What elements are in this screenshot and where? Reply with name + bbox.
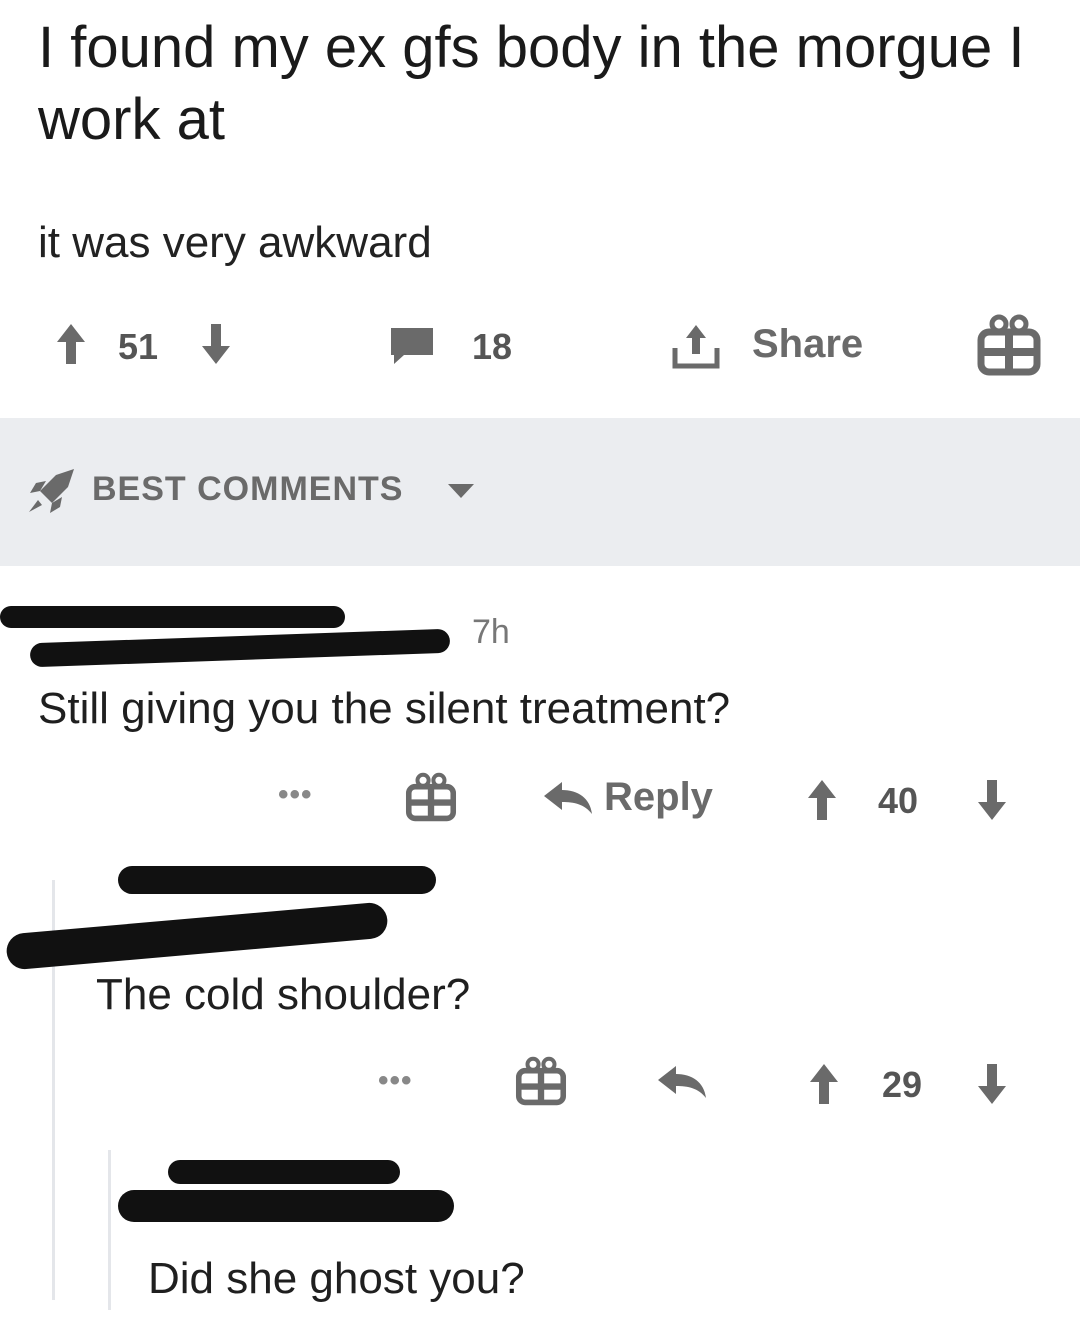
downvote-icon[interactable] (976, 778, 1008, 822)
share-icon[interactable] (670, 322, 722, 370)
reply-icon[interactable] (654, 1062, 710, 1102)
redacted-username (29, 628, 451, 668)
reply-icon[interactable] (540, 778, 596, 818)
post-vote-count: 51 (118, 326, 159, 367)
sort-dropdown[interactable]: BEST COMMENTS (92, 470, 403, 509)
reply-button[interactable]: Reply (604, 775, 713, 820)
chevron-down-icon[interactable] (446, 482, 476, 500)
comment-timestamp: 7h (472, 613, 510, 651)
redacted-username (5, 901, 389, 971)
thread-line (108, 1150, 111, 1310)
gift-icon[interactable] (975, 312, 1043, 378)
comment-text: The cold shoulder? (96, 970, 471, 1019)
comment-vote-count: 40 (878, 780, 919, 821)
more-options-icon[interactable]: ••• (278, 778, 313, 812)
comment-text: Did she ghost you? (148, 1254, 525, 1303)
comment-bubble-icon[interactable] (388, 325, 436, 367)
share-button[interactable]: Share (752, 322, 863, 367)
more-options-icon[interactable]: ••• (378, 1064, 413, 1098)
redacted-username (0, 606, 345, 628)
downvote-icon[interactable] (200, 322, 232, 366)
comment-text: Still giving you the silent treatment? (38, 684, 731, 733)
redacted-username (118, 866, 436, 894)
gift-icon[interactable] (514, 1054, 568, 1108)
downvote-icon[interactable] (976, 1062, 1008, 1106)
rocket-icon (26, 466, 78, 516)
post-title: I found my ex gfs body in the morgue I w… (38, 15, 1025, 152)
upvote-icon[interactable] (806, 778, 838, 822)
upvote-icon[interactable] (55, 322, 87, 366)
gift-icon[interactable] (404, 770, 458, 824)
post-comment-count: 18 (472, 326, 513, 367)
comment-vote-count: 29 (882, 1064, 923, 1105)
post-body: it was very awkward (38, 218, 432, 267)
redacted-username (118, 1190, 454, 1222)
redacted-username (168, 1160, 400, 1184)
upvote-icon[interactable] (808, 1062, 840, 1106)
